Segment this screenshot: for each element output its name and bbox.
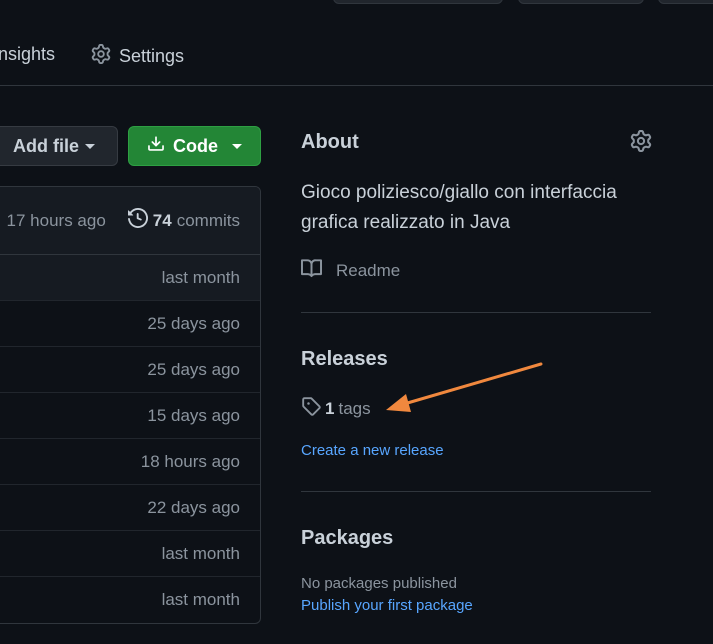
annotation-arrow (386, 362, 543, 412)
